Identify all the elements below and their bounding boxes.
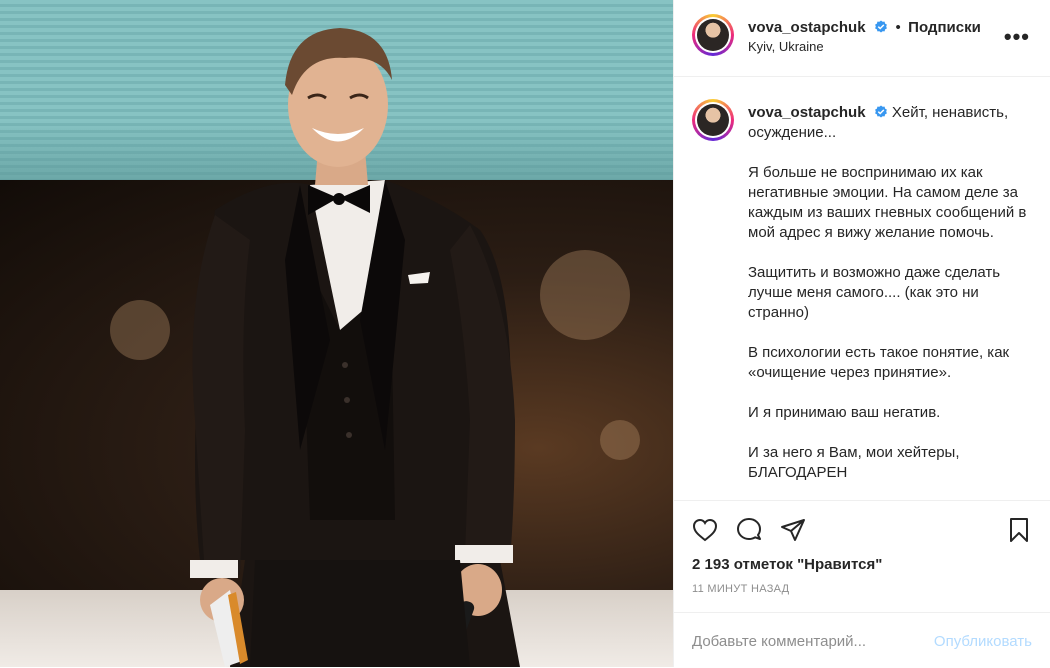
caption-line: Защитить и возможно даже сделать лучше м… bbox=[748, 264, 1001, 321]
send-icon[interactable] bbox=[778, 515, 808, 545]
more-horizontal-icon[interactable]: ••• bbox=[1004, 24, 1030, 50]
caption-line: И я принимаю ваш негатив. bbox=[748, 404, 941, 421]
separator-dot: • bbox=[895, 19, 901, 36]
comment-icon[interactable] bbox=[734, 515, 764, 545]
header-user-line: vova_ostapchuk • Подписки bbox=[748, 19, 981, 37]
location-link[interactable]: Kyiv, Ukraine bbox=[748, 39, 824, 54]
username-link[interactable]: vova_ostapchuk bbox=[748, 19, 866, 36]
avatar[interactable] bbox=[692, 14, 734, 56]
likes-count[interactable]: 2 193 отметок "Нравится" bbox=[692, 556, 882, 573]
avatar-photo bbox=[697, 19, 729, 51]
publish-button[interactable]: Опубликовать bbox=[934, 633, 1032, 650]
following-button[interactable]: Подписки bbox=[908, 19, 981, 36]
verified-badge-icon bbox=[874, 105, 887, 118]
comment-input[interactable] bbox=[692, 633, 912, 650]
post-header: vova_ostapchuk • Подписки Kyiv, Ukraine … bbox=[674, 0, 1050, 77]
verified-badge-icon bbox=[875, 20, 887, 33]
caption-avatar[interactable] bbox=[692, 99, 734, 141]
instagram-post: vova_ostapchuk • Подписки Kyiv, Ukraine … bbox=[0, 0, 1050, 667]
heart-icon[interactable] bbox=[690, 515, 720, 545]
avatar-photo bbox=[697, 104, 729, 136]
caption-line: Я больше не воспринимаю их как негативны… bbox=[748, 164, 1027, 241]
post-details-panel: vova_ostapchuk • Подписки Kyiv, Ukraine … bbox=[673, 0, 1050, 667]
caption-line: В психологии есть такое понятие, как «оч… bbox=[748, 344, 1010, 381]
post-photo[interactable] bbox=[0, 0, 673, 667]
bookmark-icon[interactable] bbox=[1004, 515, 1034, 545]
post-timestamp[interactable]: 11 МИНУТ НАЗАД bbox=[692, 583, 789, 595]
post-actions: 2 193 отметок "Нравится" 11 МИНУТ НАЗАД bbox=[674, 500, 1050, 621]
caption-text: vova_ostapchuk Хейт, ненависть, осуждени… bbox=[748, 103, 1038, 500]
comment-bar: Опубликовать bbox=[674, 612, 1050, 668]
caption-line: И за него я Вам, мои хейтеры, БЛАГОДАРЕН bbox=[748, 444, 960, 481]
man-in-tuxedo bbox=[190, 28, 520, 667]
caption-area: vova_ostapchuk Хейт, ненависть, осуждени… bbox=[674, 77, 1050, 500]
caption-username-link[interactable]: vova_ostapchuk bbox=[748, 104, 866, 121]
